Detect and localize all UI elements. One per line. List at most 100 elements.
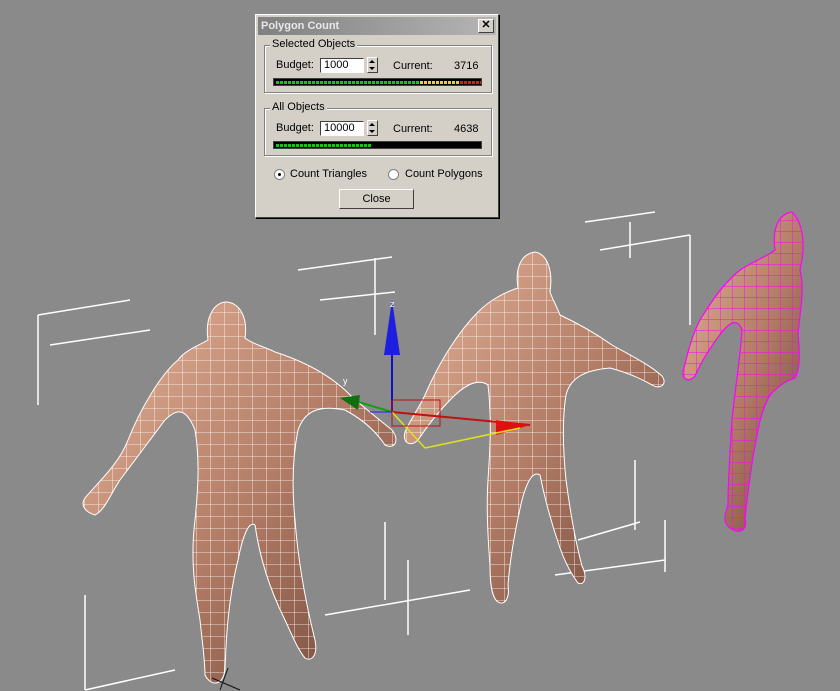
meter-segment-green — [408, 81, 411, 84]
meter-segment-green — [412, 81, 415, 84]
meter-segment-green — [312, 144, 315, 147]
dialog-titlebar[interactable]: Polygon Count ✕ — [258, 17, 496, 35]
meter-segment-green — [360, 144, 363, 147]
close-icon[interactable]: ✕ — [478, 19, 494, 33]
meter-segment-green — [308, 144, 311, 147]
meter-segment-green — [344, 81, 347, 84]
meter-segment-green — [312, 81, 315, 84]
meter-segment-red — [480, 81, 481, 84]
meter-segment-green — [392, 81, 395, 84]
meter-segment-yellow — [448, 81, 451, 84]
meter-segment-green — [288, 81, 291, 84]
meter-segment-yellow — [456, 81, 459, 84]
meter-segment-red — [464, 81, 467, 84]
meter-segment-green — [364, 144, 367, 147]
all-budget-label: Budget: — [276, 122, 314, 134]
all-budget-meter — [273, 141, 482, 149]
meter-segment-green — [376, 81, 379, 84]
selected-budget-spinner[interactable] — [367, 57, 378, 73]
meter-segment-green — [400, 81, 403, 84]
meter-segment-green — [304, 81, 307, 84]
meter-segment-green — [356, 144, 359, 147]
meter-segment-yellow — [420, 81, 423, 84]
meter-segment-green — [280, 81, 283, 84]
meter-segment-green — [396, 81, 399, 84]
meter-segment-green — [276, 144, 279, 147]
meter-segment-red — [472, 81, 475, 84]
all-budget-spinner[interactable] — [367, 120, 378, 136]
meter-segment-green — [324, 81, 327, 84]
selected-current-label: Current: — [393, 60, 433, 72]
spinner-up-icon[interactable] — [369, 60, 375, 63]
character-model-left[interactable] — [82, 301, 397, 684]
count-triangles-radio[interactable] — [274, 169, 285, 180]
meter-segment-green — [332, 81, 335, 84]
meter-segment-green — [328, 144, 331, 147]
meter-segment-green — [340, 144, 343, 147]
meter-segment-yellow — [452, 81, 455, 84]
close-button[interactable]: Close — [339, 189, 414, 209]
all-objects-title: All Objects — [270, 101, 327, 113]
count-polygons-label[interactable]: Count Polygons — [405, 168, 483, 180]
meter-segment-red — [468, 81, 471, 84]
meter-segment-yellow — [440, 81, 443, 84]
selected-objects-title: Selected Objects — [270, 38, 358, 50]
selected-current-value: 3716 — [454, 60, 479, 72]
meter-segment-green — [416, 81, 419, 84]
meter-segment-green — [300, 81, 303, 84]
meter-segment-green — [348, 81, 351, 84]
meter-segment-green — [308, 81, 311, 84]
meter-segment-green — [284, 81, 287, 84]
spinner-down-icon[interactable] — [369, 67, 375, 70]
polygon-count-dialog: Polygon Count ✕ Selected Objects Budget:… — [255, 14, 499, 218]
all-budget-input[interactable]: 10000 — [320, 121, 364, 136]
selected-budget-label: Budget: — [276, 59, 314, 71]
meter-segment-green — [388, 81, 391, 84]
meter-segment-green — [340, 81, 343, 84]
selected-budget-meter — [273, 78, 482, 86]
meter-segment-green — [372, 81, 375, 84]
meter-segment-green — [284, 144, 287, 147]
selected-objects-group: Selected Objects Budget: 1000 Current: 3… — [264, 38, 492, 93]
meter-segment-green — [316, 144, 319, 147]
meter-segment-yellow — [436, 81, 439, 84]
meter-segment-green — [352, 144, 355, 147]
meter-segment-yellow — [428, 81, 431, 84]
meter-segment-green — [280, 144, 283, 147]
all-objects-group: All Objects Budget: 10000 Current: 4638 — [264, 101, 492, 156]
meter-segment-green — [296, 81, 299, 84]
meter-segment-red — [460, 81, 463, 84]
character-model-right-selected[interactable] — [682, 211, 804, 532]
count-triangles-label[interactable]: Count Triangles — [290, 168, 367, 180]
meter-segment-green — [316, 81, 319, 84]
count-polygons-radio[interactable] — [388, 169, 399, 180]
meter-segment-yellow — [432, 81, 435, 84]
meter-segment-green — [328, 81, 331, 84]
meter-segment-green — [344, 144, 347, 147]
meter-segment-green — [332, 144, 335, 147]
meter-segment-green — [336, 144, 339, 147]
meter-segment-green — [404, 81, 407, 84]
spinner-down-icon[interactable] — [369, 130, 375, 133]
meter-segment-green — [368, 144, 371, 147]
meter-segment-green — [348, 144, 351, 147]
meter-segment-green — [368, 81, 371, 84]
meter-segment-red — [476, 81, 479, 84]
meter-segment-yellow — [444, 81, 447, 84]
meter-segment-green — [288, 144, 291, 147]
meter-segment-green — [384, 81, 387, 84]
meter-segment-green — [304, 144, 307, 147]
all-current-label: Current: — [393, 123, 433, 135]
dialog-title: Polygon Count — [261, 20, 340, 32]
meter-segment-green — [352, 81, 355, 84]
meter-segment-green — [360, 81, 363, 84]
spinner-up-icon[interactable] — [369, 123, 375, 126]
meter-segment-green — [292, 144, 295, 147]
meter-segment-green — [324, 144, 327, 147]
meter-segment-green — [292, 81, 295, 84]
meter-segment-green — [336, 81, 339, 84]
z-axis-label: z — [390, 299, 395, 309]
character-model-middle[interactable] — [403, 251, 665, 604]
selected-budget-input[interactable]: 1000 — [320, 58, 364, 73]
meter-segment-yellow — [424, 81, 427, 84]
